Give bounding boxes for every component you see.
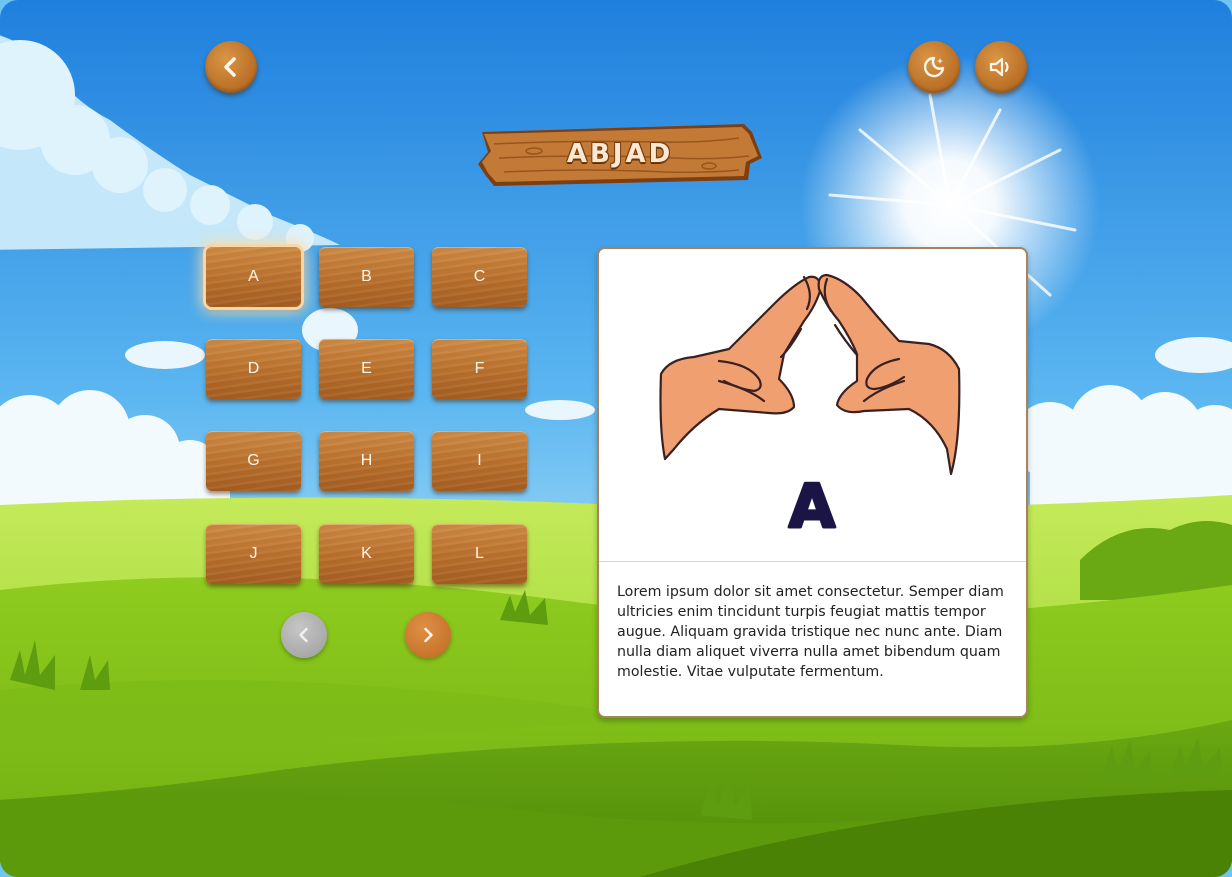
letter-button-d[interactable]: D [206,339,301,399]
letter-button-c[interactable]: C [432,247,527,307]
letter-button-g[interactable]: G [206,431,301,491]
back-button[interactable] [205,41,257,93]
letter-button-k[interactable]: K [319,524,414,584]
card-divider [599,561,1026,562]
letter-button-f[interactable]: F [432,339,527,399]
sound-button[interactable] [975,41,1027,93]
hand-sign-a-icon: A [659,273,961,544]
moon-stars-icon [923,56,945,78]
letter-description: Lorem ipsum dolor sit amet consectetur. … [617,584,1004,680]
letter-button-b[interactable]: B [319,247,414,307]
prev-page-button[interactable] [281,612,327,658]
letter-button-a[interactable]: A [206,247,301,307]
letter-button-i[interactable]: I [432,431,527,491]
letter-button-h[interactable]: H [319,431,414,491]
sign-letter: A [789,472,836,542]
night-mode-button[interactable] [908,41,960,93]
letter-button-e[interactable]: E [319,339,414,399]
chevron-left-icon [224,57,236,77]
game-scene: ABJAD ABCDEFGHIJKL A Lorem ipsum dolor s… [0,0,1232,877]
speaker-icon [989,57,1009,77]
chevron-right-icon [424,627,433,643]
letter-detail-card: A Lorem ipsum dolor sit amet consectetur… [597,247,1028,718]
chevron-left-icon [299,627,308,643]
letter-button-j[interactable]: J [206,524,301,584]
page-title: ABJAD [566,139,674,169]
next-page-button[interactable] [405,612,451,658]
letter-button-l[interactable]: L [432,524,527,584]
